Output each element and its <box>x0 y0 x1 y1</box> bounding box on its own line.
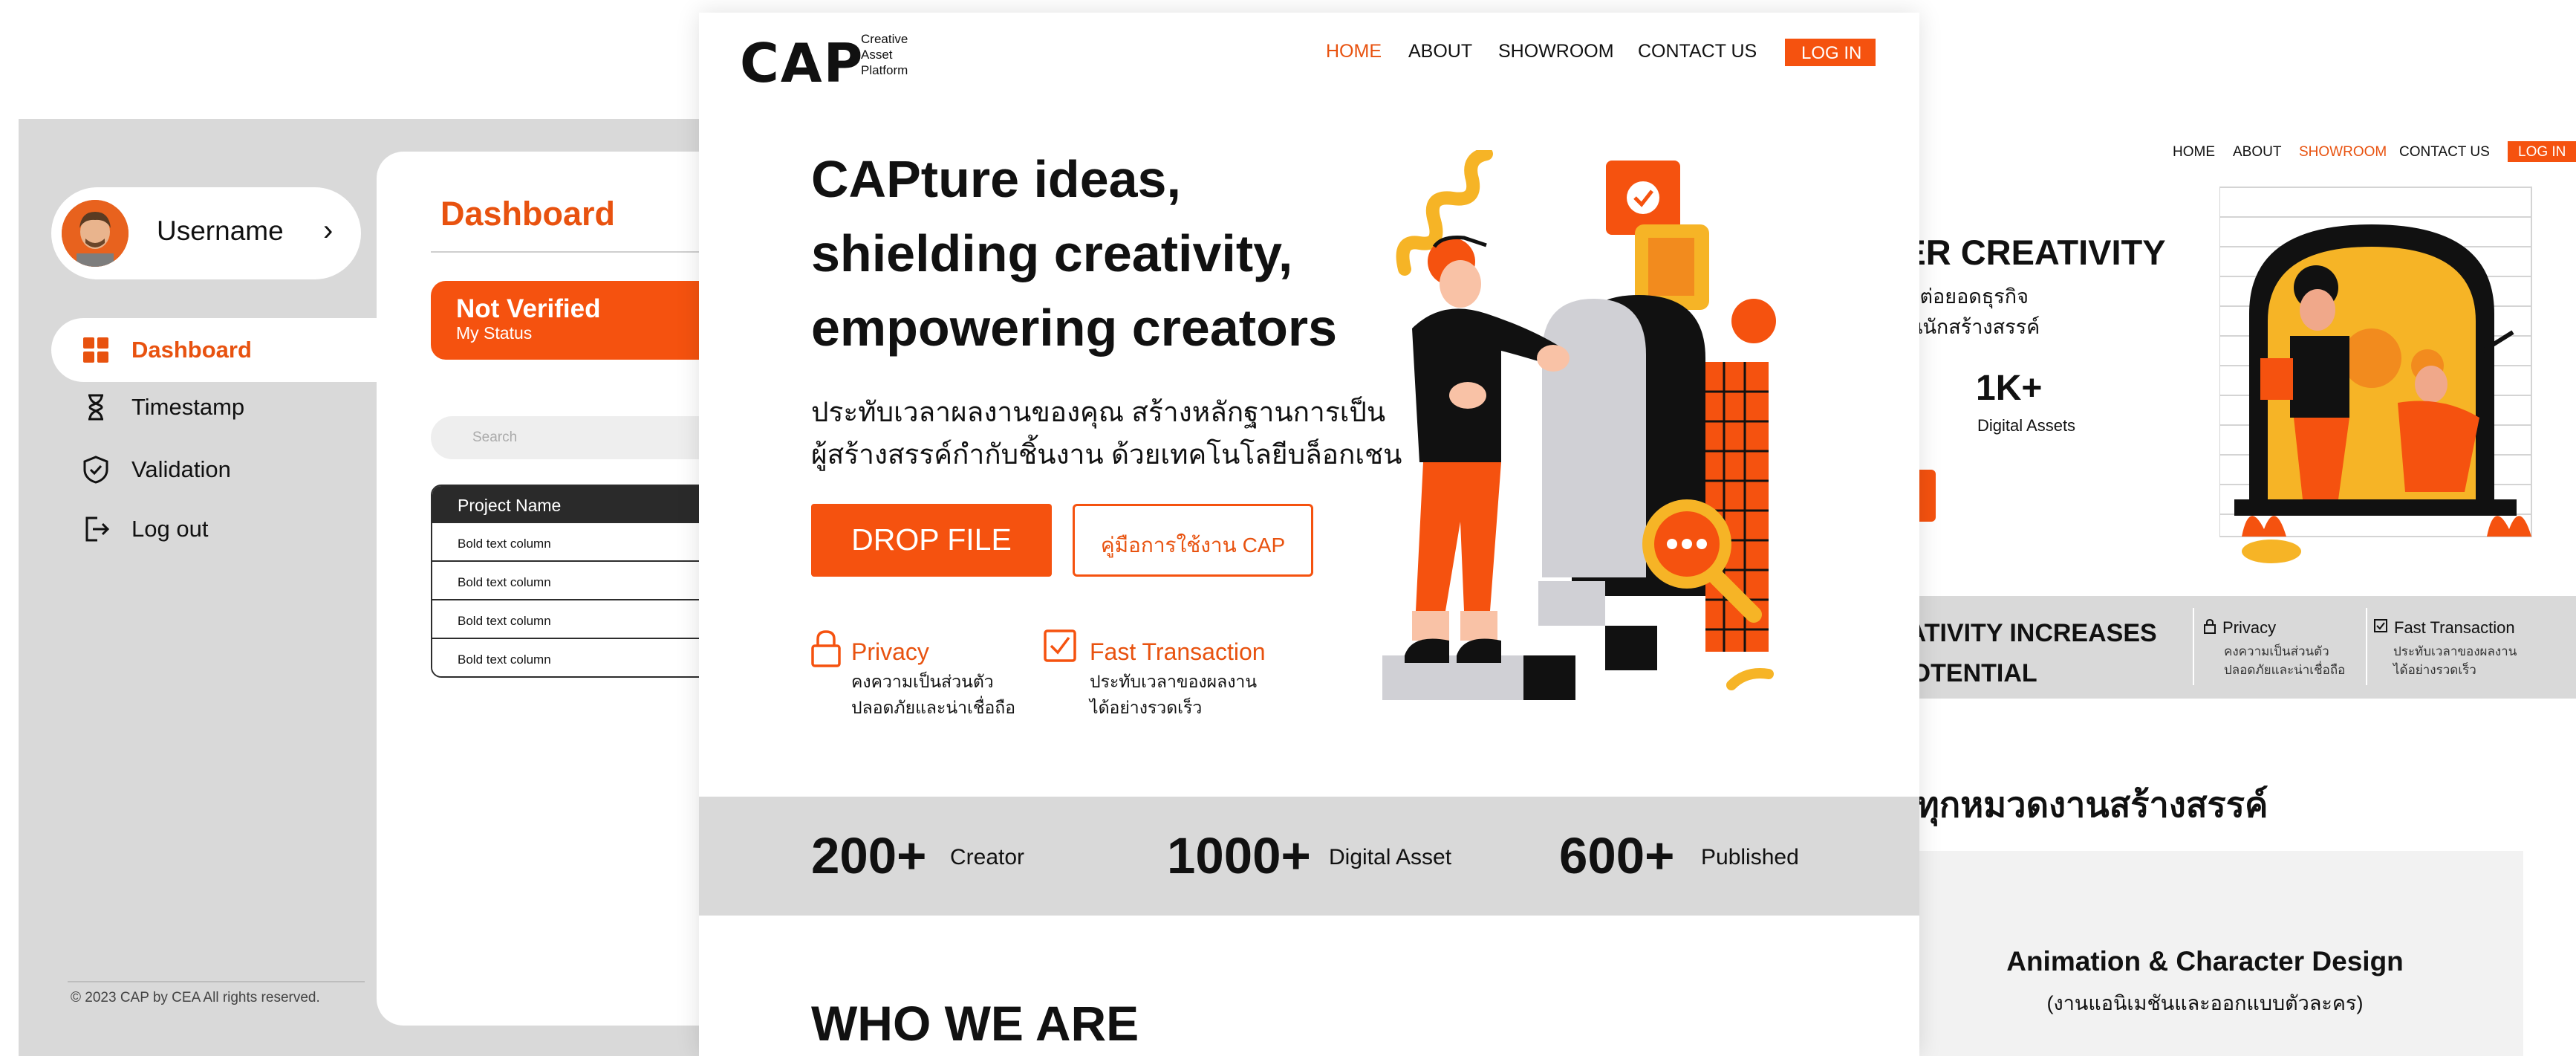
stat-value: 600+ <box>1559 827 1675 884</box>
hero-headline-line3: empowering creators <box>811 299 1337 357</box>
status-subtitle: My Status <box>456 323 533 343</box>
feature-title-privacy: Privacy <box>851 638 929 665</box>
avatar <box>62 200 129 267</box>
stat-value: 1000+ <box>1167 827 1311 884</box>
feature-desc: ประทับเวลาของผลงาน ได้อย่างรวดเร็ว <box>2393 642 2517 679</box>
home-page-mockup: CAP Creative Asset Platform HOME ABOUT S… <box>699 13 1919 1056</box>
guide-button[interactable]: คู่มือการใช้งาน CAP <box>1073 504 1313 577</box>
logo-line1: Creative <box>861 32 908 46</box>
shield-check-icon <box>83 456 108 484</box>
sidebar-item-logout[interactable]: Log out <box>81 507 208 551</box>
hero-headline: VER CREATIVITY <box>1887 233 2166 272</box>
sidebar-item-dashboard[interactable]: Dashboard <box>81 328 252 372</box>
hero-subtitle-line2: ผู้สร้างสรรค์กำกับชิ้นงาน ด้วยเทคโนโลยีบ… <box>811 439 1402 470</box>
window-illustration <box>2219 187 2532 563</box>
feature-desc-fast-transaction: ประทับเวลาของผลงาน ได้อย่างรวดเร็ว <box>1090 669 1257 721</box>
feature-desc-line1: คงความเป็นส่วนตัว <box>851 672 994 691</box>
feature-desc-line2: ได้อย่างรวดเร็ว <box>2393 663 2476 677</box>
sidebar-item-validation[interactable]: Validation <box>81 447 231 492</box>
nav-home[interactable]: HOME <box>1326 41 1382 62</box>
footer-divider <box>68 981 365 982</box>
hero-headline-line2: shielding creativity, <box>811 224 1293 282</box>
stat-label: Creator <box>950 845 1025 869</box>
feature-desc-line1: ประทับเวลาของผลงาน <box>2393 644 2517 658</box>
sidebar-item-label: Validation <box>131 456 231 482</box>
feature-desc-line2: ปลอดภัยและน่าเชื่อถือ <box>851 698 1016 717</box>
feature-title: Fast Transaction <box>2394 618 2515 637</box>
hero-subtitle-line1: รต่อยอดธุรกิจ <box>1909 285 2029 308</box>
stat-label: Digital Assets <box>1977 416 2076 435</box>
user-profile-card[interactable]: Username › <box>51 187 361 279</box>
stat-label: Digital Asset <box>1329 845 1452 869</box>
band-heading: EATIVITY INCREASES POTENTIAL <box>1891 613 2157 693</box>
feature-desc-privacy: คงความเป็นส่วนตัว ปลอดภัยและน่าเชื่อถือ <box>851 669 1015 721</box>
lock-icon <box>2204 618 2216 634</box>
hero-headline-line1: CAPture ideas, <box>811 150 1181 208</box>
feature-desc: คงความเป็นส่วนตัว ปลอดภัยและน่าเชื่อถือ <box>2224 642 2345 679</box>
sidebar-item-label: Timestamp <box>131 394 245 420</box>
grid-icon <box>83 337 108 363</box>
logout-icon <box>85 516 110 542</box>
band-heading-line1: EATIVITY INCREASES <box>1891 619 2157 647</box>
feature-fast-transaction: Fast Transaction <box>2373 618 2515 638</box>
feature-title: Privacy <box>2222 618 2277 637</box>
sidebar-item-timestamp[interactable]: Timestamp <box>81 385 244 430</box>
section-heading: WHO WE ARE <box>811 996 1139 1051</box>
feature-desc-line2: ได้อย่างรวดเร็ว <box>1090 698 1203 717</box>
category-card-title: Animation & Character Design <box>2006 946 2404 976</box>
drop-file-button[interactable]: DROP FILE <box>811 504 1052 577</box>
nav-showroom[interactable]: SHOWROOM <box>1498 41 1614 62</box>
nav-about[interactable]: ABOUT <box>1408 41 1472 62</box>
feature-title-fast-transaction: Fast Transaction <box>1090 638 1266 665</box>
page-title: Dashboard <box>440 195 616 233</box>
stat-value: 200+ <box>811 827 927 884</box>
footer-text: © 2023 CAP by CEA All rights reserved. <box>71 990 320 1005</box>
sidebar-item-label: Log out <box>131 516 209 542</box>
username-label: Username <box>157 216 284 246</box>
logo-line3: Platform <box>861 63 908 77</box>
chevron-right-icon[interactable]: › <box>323 214 333 247</box>
checkbox-icon <box>2374 619 2387 632</box>
showroom-mockup: HOME ABOUT SHOWROOM CONTACT US LOG IN VE… <box>1887 126 2576 1056</box>
stat-label: Published <box>1701 845 1799 869</box>
feature-desc-line1: ประทับเวลาของผลงาน <box>1090 672 1258 691</box>
checkbox-icon <box>1044 629 1076 662</box>
hero-subtitle-line1: ประทับเวลาผลงานของคุณ สร้างหลักฐานการเป็… <box>811 397 1386 427</box>
band-divider <box>2193 608 2194 685</box>
nav-showroom[interactable]: SHOWROOM <box>2299 144 2387 161</box>
lock-icon <box>811 630 841 667</box>
hourglass-icon <box>88 394 103 421</box>
nav-home[interactable]: HOME <box>2173 144 2215 161</box>
stat-value: 1K+ <box>1976 369 2043 408</box>
search-placeholder: Search <box>472 430 518 445</box>
feature-desc-line2: ปลอดภัยและน่าเชื่อถือ <box>2224 663 2346 677</box>
cap-logo[interactable]: CAP <box>740 32 864 94</box>
band-divider <box>2366 608 2367 685</box>
logo-line2: Asset <box>861 48 893 62</box>
category-heading: ลุมทุกหมวดงานสร้างสรรค์ <box>1887 785 2268 824</box>
feature-privacy: Privacy <box>2203 618 2276 638</box>
logo-tagline: Creative Asset Platform <box>861 31 908 78</box>
hero-subtitle-line2: ันนักสร้างสรรค์ <box>1909 316 2040 338</box>
hero-illustration <box>1382 150 1776 700</box>
nav-contact[interactable]: CONTACT US <box>2399 144 2490 161</box>
nav-about[interactable]: ABOUT <box>2233 144 2281 161</box>
sidebar-item-label: Dashboard <box>131 337 252 363</box>
login-button[interactable]: LOG IN <box>2508 141 2576 162</box>
feature-desc-line1: คงความเป็นส่วนตัว <box>2224 644 2329 658</box>
category-card-subtitle: (งานแอนิเมชันและออกแบบตัวละคร) <box>2046 992 2364 1014</box>
band-heading-line2: POTENTIAL <box>1894 659 2037 687</box>
nav-contact[interactable]: CONTACT US <box>1638 41 1757 62</box>
dashboard-mockup: Username › Dashboard Timestamp Validatio… <box>19 119 761 1056</box>
login-button[interactable]: LOG IN <box>1785 39 1876 66</box>
status-title: Not Verified <box>456 294 601 323</box>
